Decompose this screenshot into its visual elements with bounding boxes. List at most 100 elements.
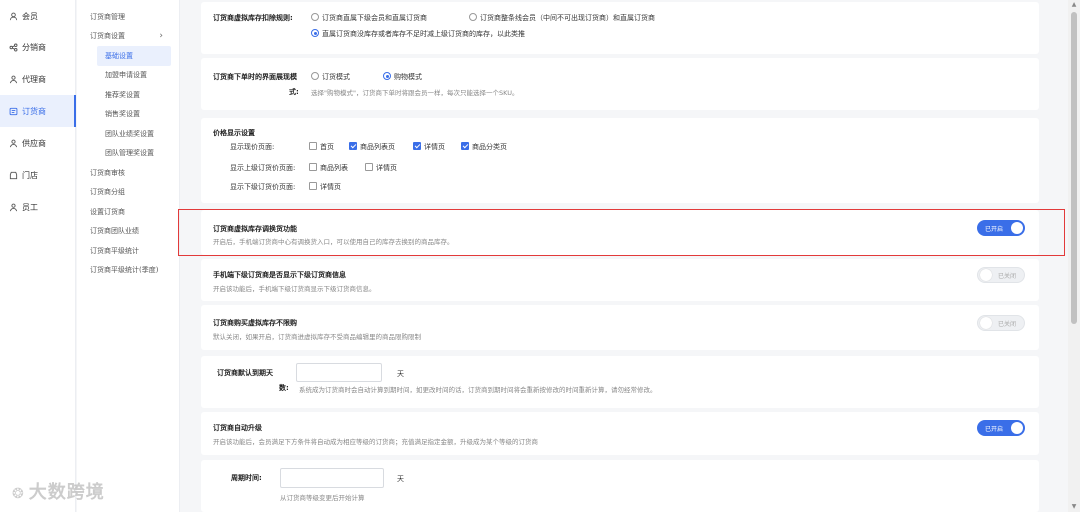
nav-staff[interactable]: 员工: [0, 191, 75, 223]
nav2-basic-settings[interactable]: 基础设置: [97, 46, 171, 66]
price-row3-label: 显示下级订货价页面:: [230, 183, 296, 191]
no-limit-toggle[interactable]: 已关闭: [977, 315, 1025, 331]
order-ui-label: 订货商下单时的界面展现模: [213, 73, 297, 81]
nav2-orderer-settings[interactable]: 订货商设置 ›: [77, 27, 179, 47]
price-display-card: 价格显示设置 显示现价页面: 首页 商品列表页 详情页 商品分类页 显示上级订货…: [201, 118, 1039, 203]
watermark: ❂ 大数跨境: [12, 482, 105, 503]
checkbox-upper-detail[interactable]: 详情页: [365, 163, 397, 173]
no-limit-card: 订货商购买虚拟库存不限购 默认关闭，如果开启，订货商进虚拟库存不受商品编辑里的商…: [201, 305, 1039, 350]
expire-label: 订货商默认到期天: [217, 369, 273, 377]
swap-feature-toggle[interactable]: 已开启: [977, 220, 1025, 236]
expire-label-tail: 数:: [279, 384, 289, 392]
stock-rule-label: 订货商虚拟库存扣除规则:: [213, 14, 293, 22]
staff-icon: [8, 202, 18, 212]
checkbox-icon: [309, 142, 317, 150]
primary-sidebar: 会员 分销商 代理商 订货商 供应商 门店 员工: [0, 0, 76, 512]
mobile-lower-title: 手机端下级订货商是否显示下级订货商信息: [213, 271, 346, 279]
supplier-icon: [8, 138, 18, 148]
cycle-unit: 天: [397, 475, 404, 483]
radio-icon: [311, 72, 319, 80]
stock-rule-opt3[interactable]: 直属订货商没库存或者库存不足时减上级订货商的库存，以此类推: [311, 29, 525, 39]
price-display-title: 价格显示设置: [213, 129, 255, 137]
radio-selected-icon: [383, 72, 391, 80]
scroll-thumb[interactable]: [1071, 12, 1077, 324]
stock-rule-card: 订货商虚拟库存扣除规则: 订货商直属下级会员和直属订货商 订货商整条线会员（中间…: [201, 2, 1039, 54]
order-mode-radio[interactable]: 订货模式: [311, 72, 350, 82]
watermark-logo-icon: ❂: [12, 486, 25, 502]
nav2-referral-reward[interactable]: 推荐奖设置: [77, 85, 179, 105]
checkbox-icon: [309, 163, 317, 171]
scrollbar[interactable]: ▲ ▼: [1068, 0, 1080, 512]
swap-feature-title: 订货商虚拟库存调换货功能: [213, 225, 297, 233]
nav2-team-perf[interactable]: 订货商团队业绩: [77, 222, 179, 242]
cycle-input[interactable]: [280, 468, 384, 488]
nav2-peer-stats[interactable]: 订货商平级统计: [77, 241, 179, 261]
checkbox-upper-list[interactable]: 商品列表: [309, 163, 348, 173]
order-ui-label-tail: 式:: [289, 88, 299, 96]
nav-supplier[interactable]: 供应商: [0, 127, 75, 159]
mobile-lower-card: 手机端下级订货商是否显示下级订货商信息 开启该功能后，手机端下级订货商显示下级订…: [201, 259, 1039, 301]
checkbox-detail[interactable]: 详情页: [413, 142, 445, 152]
order-ui-hint: 选择"购物模式"，订货商下单时将跟会员一样，每次只能选择一个SKU。: [311, 89, 519, 97]
shopping-mode-radio[interactable]: 购物模式: [383, 72, 422, 82]
price-row1-label: 显示现价页面:: [230, 143, 275, 151]
radio-icon: [469, 13, 477, 21]
checkbox-checked-icon: [349, 142, 357, 150]
default-expire-card: 订货商默认到期天 数: 天 系统成为订货商时会自动计算到期时间，如更改时间的话，…: [201, 356, 1039, 408]
cycle-card: 周期时间: 天 从订货商等级变更后开始计算: [201, 460, 1039, 512]
swap-feature-card: 订货商虚拟库存调换货功能 开启后，手机端订货商中心有调换货入口，可以使用自己的库…: [201, 210, 1039, 255]
mobile-lower-desc: 开启该功能后，手机端下级订货商显示下级订货商信息。: [213, 285, 376, 293]
nav2-sales-reward[interactable]: 销售奖设置: [77, 105, 179, 125]
scroll-down-icon[interactable]: ▼: [1070, 503, 1078, 511]
checkbox-icon: [365, 163, 373, 171]
store-icon: [8, 170, 18, 180]
checkbox-checked-icon: [461, 142, 469, 150]
expire-unit: 天: [397, 370, 404, 378]
checkbox-checked-icon: [413, 142, 421, 150]
nav2-team-perf-reward[interactable]: 团队业绩奖设置: [77, 124, 179, 144]
nav2-peer-stats-quarter[interactable]: 订货商平级统计(季度): [77, 261, 179, 281]
auto-upgrade-desc: 开启该功能后，会员满足下方条件将自动成为相应等级的订货商；充值满足指定金额，升级…: [213, 438, 538, 446]
stock-rule-opt2[interactable]: 订货商整条线会员（中间不可出现订货商）和直属订货商: [469, 13, 655, 23]
auto-upgrade-card: 订货商自动升级 开启该功能后，会员满足下方条件将自动成为相应等级的订货商；充值满…: [201, 412, 1039, 455]
main-content: 订货商虚拟库存扣除规则: 订货商直属下级会员和直属订货商 订货商整条线会员（中间…: [181, 0, 1068, 512]
nav2-join-apply[interactable]: 加盟申请设置: [77, 66, 179, 86]
no-limit-title: 订货商购买虚拟库存不限购: [213, 319, 297, 327]
nav-orderer[interactable]: 订货商: [0, 95, 76, 127]
auto-upgrade-title: 订货商自动升级: [213, 424, 262, 432]
cycle-label: 周期时间:: [231, 474, 262, 482]
order-ui-card: 订货商下单时的界面展现模 式: 订货模式 购物模式 选择"购物模式"，订货商下单…: [201, 58, 1039, 110]
mobile-lower-toggle[interactable]: 已关闭: [977, 267, 1025, 283]
checkbox-home[interactable]: 首页: [309, 142, 334, 152]
checkbox-lower-detail[interactable]: 详情页: [309, 182, 341, 192]
nav-distributor[interactable]: 分销商: [0, 31, 75, 63]
secondary-sidebar: 订货商管理 订货商设置 › 基础设置 加盟申请设置 推荐奖设置 销售奖设置 团队业…: [77, 0, 180, 512]
auto-upgrade-toggle[interactable]: 已开启: [977, 420, 1025, 436]
price-row2-label: 显示上级订货价页面:: [230, 164, 296, 172]
checkbox-product-list[interactable]: 商品列表页: [349, 142, 395, 152]
checkbox-icon: [309, 182, 317, 190]
nav-member[interactable]: 会员: [0, 0, 75, 32]
cart-icon: [8, 106, 18, 116]
radio-selected-icon: [311, 29, 319, 37]
no-limit-desc: 默认关闭，如果开启，订货商进虚拟库存不受商品编辑里的商品限购限制: [213, 333, 421, 341]
share-icon: [8, 42, 18, 52]
nav-store[interactable]: 门店: [0, 159, 75, 191]
nav-agent[interactable]: 代理商: [0, 63, 75, 95]
user-icon: [8, 11, 18, 21]
nav2-set-orderer[interactable]: 设置订货商: [77, 202, 179, 222]
expire-hint: 系统成为订货商时会自动计算到期时间，如更改时间的话，订货商到期时间将会重新按修改…: [299, 386, 657, 394]
nav2-team-manage-reward[interactable]: 团队管理奖设置: [77, 144, 179, 164]
nav2-orderer-manage[interactable]: 订货商管理: [77, 7, 179, 27]
expire-days-input[interactable]: [296, 363, 382, 382]
chevron-icon: ›: [159, 31, 163, 42]
scroll-up-icon[interactable]: ▲: [1070, 1, 1078, 9]
agent-icon: [8, 74, 18, 84]
swap-feature-desc: 开启后，手机端订货商中心有调换货入口，可以使用自己的库存去换别的商品库存。: [213, 238, 454, 246]
nav2-orderer-audit[interactable]: 订货商审核: [77, 163, 179, 183]
stock-rule-opt1[interactable]: 订货商直属下级会员和直属订货商: [311, 13, 427, 23]
radio-icon: [311, 13, 319, 21]
checkbox-category[interactable]: 商品分类页: [461, 142, 507, 152]
cycle-hint: 从订货商等级变更后开始计算: [280, 494, 365, 502]
nav2-orderer-group[interactable]: 订货商分组: [77, 183, 179, 203]
